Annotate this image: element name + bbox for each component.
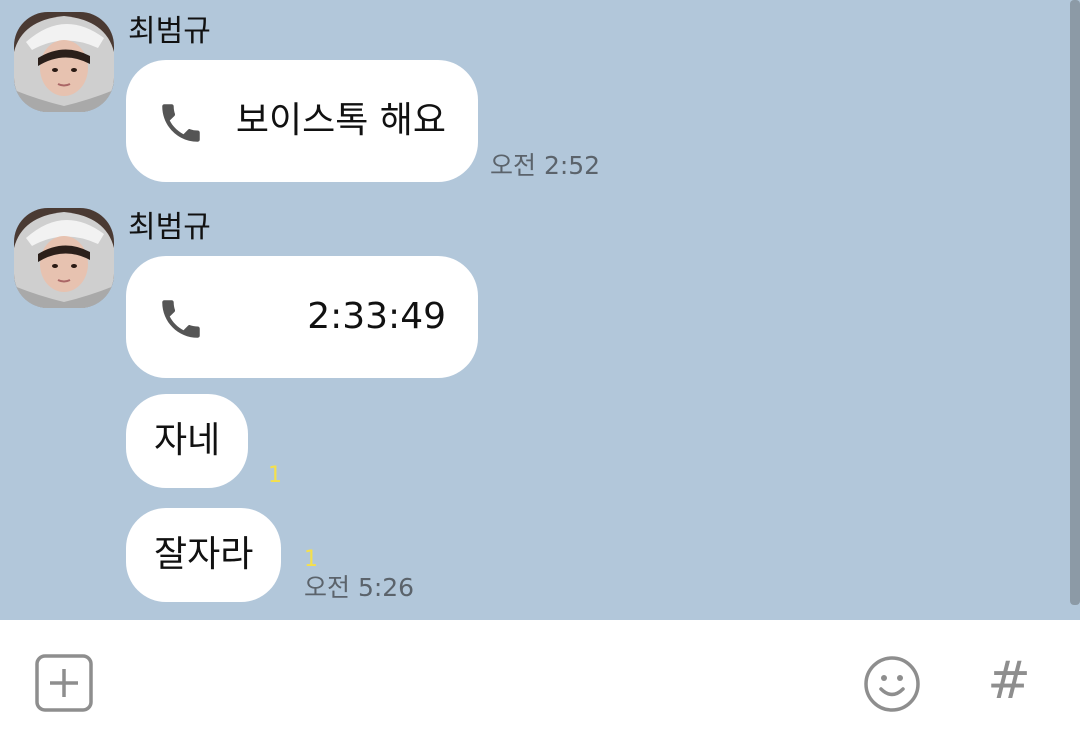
unread-count: 1 xyxy=(304,547,318,572)
message-bubble[interactable]: 잘자라 xyxy=(126,508,282,602)
call-label: 보이스톡 해요 xyxy=(235,100,446,141)
message-time: 오전 5:26 xyxy=(304,573,415,602)
unread-count: 1 xyxy=(268,463,282,488)
phone-icon xyxy=(162,300,200,338)
message-time: 오전 2:52 xyxy=(490,151,601,180)
avatar-image xyxy=(14,208,114,308)
input-bar: # xyxy=(0,620,1080,746)
avatar-image xyxy=(14,12,114,112)
call-duration-bubble[interactable]: 2:33:49 xyxy=(126,256,478,378)
voice-call-bubble[interactable]: 보이스톡 해요 xyxy=(126,60,478,182)
sender-avatar[interactable] xyxy=(14,12,114,112)
plus-square-icon[interactable] xyxy=(35,654,93,712)
message-bubble[interactable]: 자네 xyxy=(126,394,249,488)
chat-area[interactable]: 최범규 보이스톡 해요 오전 2:52 최범규 2:33:49 자네 1 잘자라… xyxy=(0,0,1080,620)
call-duration: 2:33:49 xyxy=(307,296,446,337)
sender-avatar[interactable] xyxy=(14,208,114,308)
phone-icon xyxy=(162,104,200,142)
sender-name: 최범규 xyxy=(128,210,211,245)
hashtag-search-button[interactable]: # xyxy=(984,650,1034,712)
sender-name: 최범규 xyxy=(128,14,211,49)
scrollbar[interactable] xyxy=(1070,0,1080,605)
smiley-icon[interactable] xyxy=(862,654,922,714)
